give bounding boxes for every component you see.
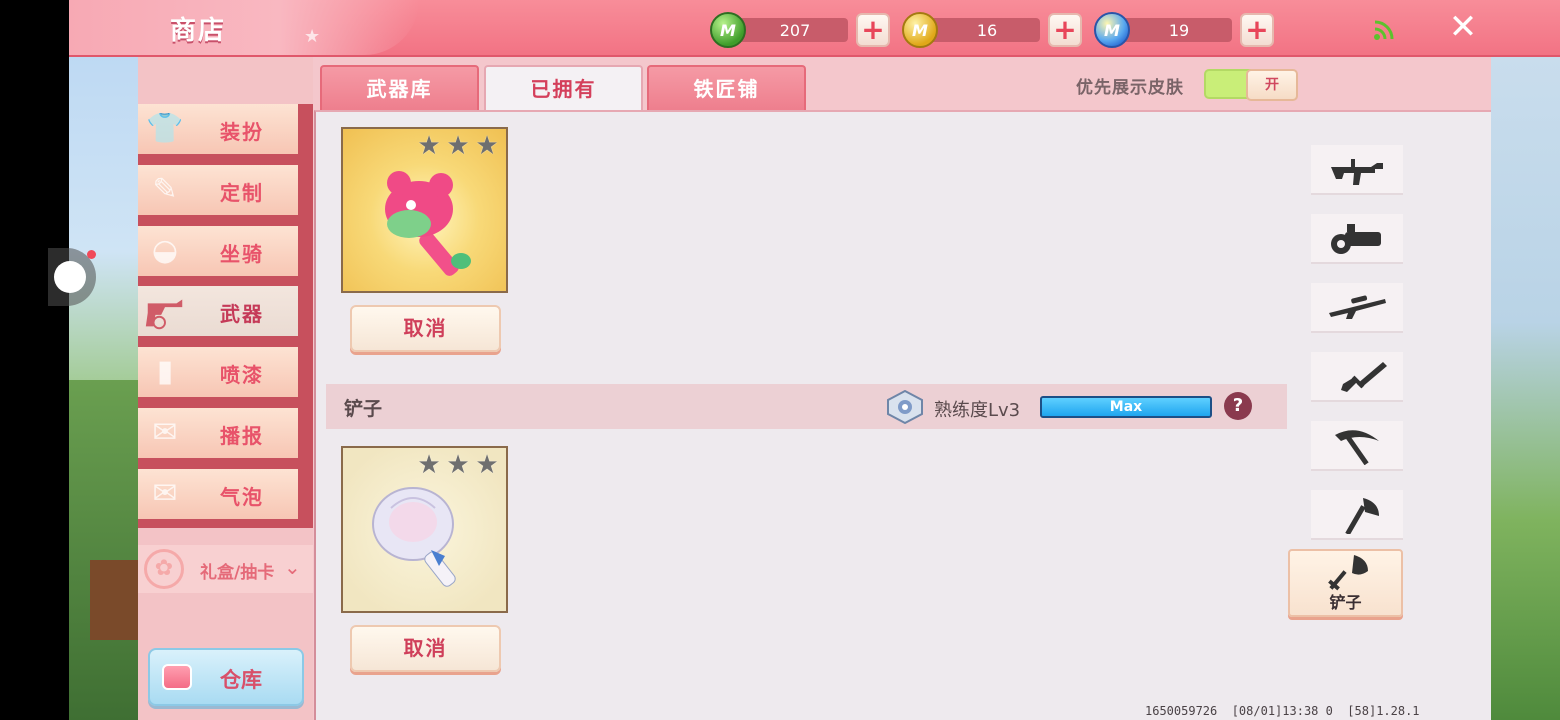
chest-icon (162, 664, 192, 690)
close-icon[interactable]: ✕ (1447, 10, 1479, 44)
pickaxe-icon (1335, 430, 1379, 465)
sidebar-item-mount[interactable]: ◒ 坐骑 (138, 226, 298, 276)
tab-arsenal[interactable]: 武器库 (320, 65, 479, 111)
storage-button[interactable]: 仓库 (148, 648, 304, 706)
shovel-icon (1328, 555, 1368, 591)
background-block (90, 560, 138, 640)
blue-coin-icon: M (1094, 12, 1130, 48)
minigun-icon (1331, 224, 1381, 254)
storage-label: 仓库 (220, 668, 262, 692)
cancel-button[interactable]: 取消 (350, 305, 501, 352)
sidebar-item-label: 气泡 (220, 485, 264, 509)
weapon-section-header: 铲子 熟练度Lv3 Max ? (326, 384, 1287, 429)
build-info: 1650059726 [08/01]13:38 0 [58]1.28.1 (1145, 704, 1420, 718)
sidebar-item-label: 武器 (220, 302, 264, 326)
currency-amount: 16 (976, 21, 998, 40)
background-right-scene (1490, 57, 1560, 720)
floating-knob (54, 261, 86, 293)
sidebar-item-label: 播报 (220, 424, 264, 448)
proficiency-bar: Max (1040, 396, 1212, 418)
background-hill (69, 380, 149, 720)
sidebar-item-custom[interactable]: ✎ 定制 (138, 165, 298, 215)
item-card[interactable]: ★ ★ ★ (341, 127, 508, 293)
add-blue-currency-button[interactable]: + (1240, 13, 1274, 47)
shell-shovel-icon (372, 487, 456, 587)
tab-owned[interactable]: 已拥有 (484, 65, 643, 113)
skin-priority-label: 优先展示皮肤 (1076, 78, 1184, 98)
gold-coin-icon: M (902, 12, 938, 48)
shirt-icon: 👕 (146, 111, 184, 146)
proficiency-medal-icon (887, 390, 923, 424)
broadcast-icon: ✉ (152, 415, 178, 450)
knife-icon (1341, 362, 1387, 392)
star-decoration-icon: ★ (304, 26, 321, 47)
chevron-down-icon: ⌄ (284, 555, 301, 579)
bubble-icon: ✉ (152, 476, 178, 511)
sidebar-item-broadcast[interactable]: ✉ 播报 (138, 408, 298, 458)
gift-icon: ✿ (144, 549, 184, 589)
sidebar-item-weapon[interactable]: 武器 (138, 286, 298, 336)
axe-icon (1345, 498, 1379, 534)
sidebar-item-bubble[interactable]: ✉ 气泡 (138, 469, 298, 519)
notification-dot (87, 250, 96, 259)
currency-amount: 19 (1168, 21, 1190, 40)
weapon-name: 铲子 (344, 398, 383, 420)
gift-gacha-menu[interactable]: ✿ 礼盒/抽卡 ⌄ (138, 545, 314, 593)
signal-icon (1374, 20, 1394, 40)
proficiency-label: 熟练度Lv3 (934, 400, 1021, 421)
revolver-icon (142, 289, 188, 333)
sidebar-item-label: 坐骑 (220, 242, 264, 266)
help-button[interactable]: ? (1224, 392, 1252, 420)
proficiency-bar-label: Max (1109, 399, 1143, 415)
category-label: 铲子 (1329, 593, 1362, 612)
category-sniper[interactable] (1311, 283, 1403, 333)
currency-amount: 207 (779, 21, 811, 40)
sidebar-item-label: 装扮 (220, 120, 264, 144)
sidebar-item-outfit[interactable]: 👕 装扮 (138, 104, 298, 154)
add-gold-currency-button[interactable]: + (1048, 13, 1082, 47)
tools-icon: ✎ (152, 172, 178, 207)
sidebar-item-spray[interactable]: ▮ 喷漆 (138, 347, 298, 397)
spray-can-icon: ▮ (156, 354, 174, 389)
category-minigun[interactable] (1311, 214, 1403, 264)
category-axe[interactable] (1311, 490, 1403, 540)
tab-blacksmith[interactable]: 铁匠铺 (647, 65, 806, 111)
cancel-button[interactable]: 取消 (350, 625, 501, 672)
page-title: 商店 (170, 16, 227, 46)
toggle-knob: 开 (1246, 69, 1298, 101)
green-gem-icon: M (710, 12, 746, 48)
category-smg[interactable] (1311, 145, 1403, 195)
sidebar-item-label: 定制 (220, 181, 264, 205)
smg-icon (1331, 159, 1383, 185)
sidebar-item-label: 喷漆 (220, 363, 264, 387)
mount-icon: ◒ (151, 233, 179, 268)
item-card[interactable]: ★ ★ ★ (341, 446, 508, 613)
title-plate (69, 0, 419, 55)
pink-hammer-icon (385, 171, 471, 276)
gift-label: 礼盒/抽卡 (200, 563, 275, 583)
category-shovel[interactable]: 铲子 (1288, 549, 1403, 617)
category-pickaxe[interactable] (1311, 421, 1403, 471)
sniper-rifle-icon (1329, 295, 1386, 319)
category-knife[interactable] (1311, 352, 1403, 402)
skin-priority-toggle[interactable]: 开 (1204, 69, 1298, 101)
add-green-currency-button[interactable]: + (856, 13, 890, 47)
